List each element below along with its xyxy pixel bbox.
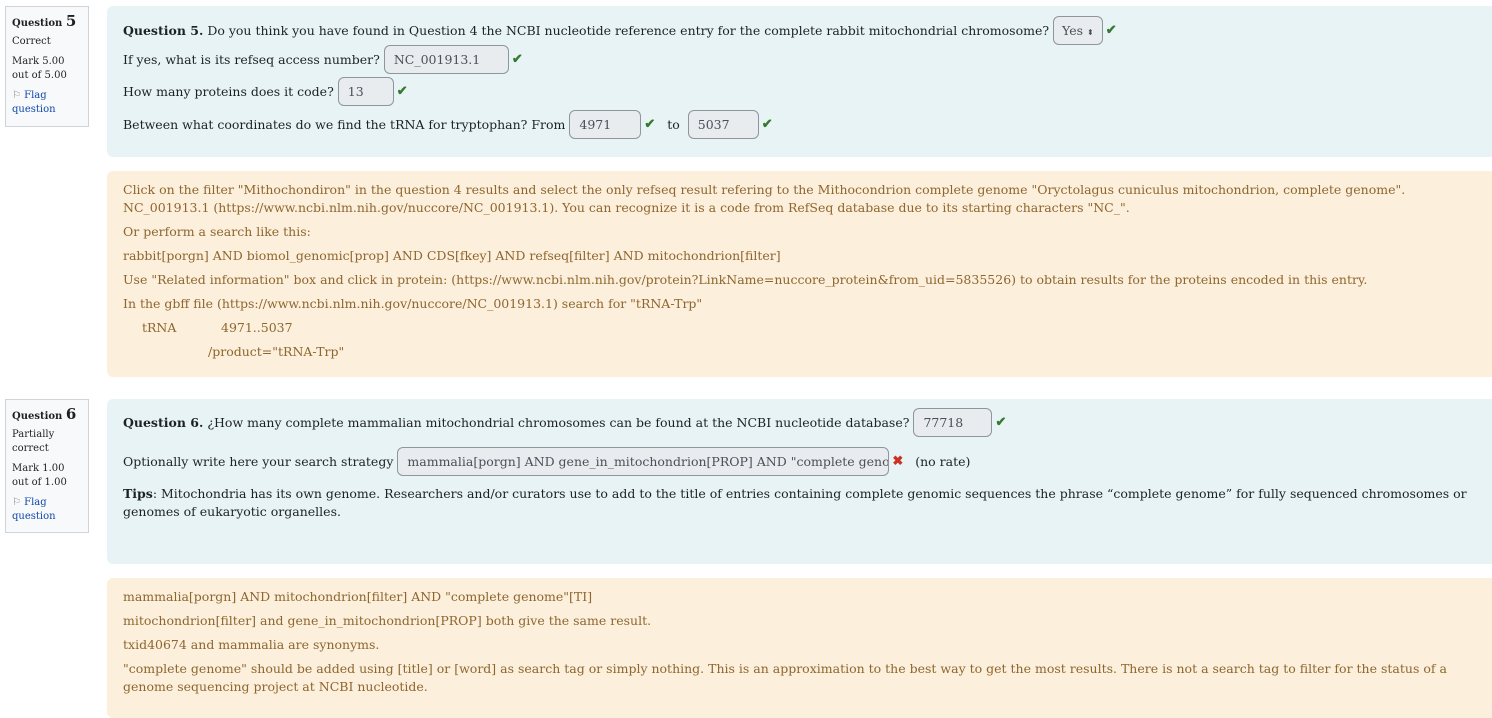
to-input[interactable]: 5037 bbox=[687, 110, 759, 139]
proteins-input[interactable]: 13 bbox=[337, 77, 394, 106]
incorrect-x-icon: ✖ bbox=[892, 454, 904, 469]
question-status: Correct bbox=[12, 36, 51, 47]
question-5-info: Question 5 Correct Mark 5.00 out of 5.00… bbox=[5, 6, 89, 127]
refseq-input[interactable]: NC_001913.1 bbox=[383, 45, 509, 74]
correct-check-icon: ✔ bbox=[511, 52, 523, 67]
question-status: Partially correct bbox=[12, 429, 55, 454]
flag-icon: ⚐ bbox=[12, 497, 21, 508]
question-6-feedback: mammalia[porgn] AND mitochondrion[filter… bbox=[107, 578, 1492, 718]
tips: Tips: Mitochondria has its own genome. R… bbox=[123, 486, 1467, 519]
correct-check-icon: ✔ bbox=[761, 117, 773, 132]
question-5-content: Question 5. Do you think you have found … bbox=[107, 6, 1492, 157]
question-6-info: Question 6 Partially correct Mark 1.00 o… bbox=[5, 399, 89, 533]
question-5-feedback: Click on the filter "Mithochondiron" in … bbox=[107, 171, 1492, 377]
select-arrows-icon: ⬍ bbox=[1087, 28, 1094, 37]
question-6-content: Question 6. ¿How many complete mammalian… bbox=[107, 399, 1492, 564]
correct-check-icon: ✔ bbox=[1105, 23, 1117, 38]
answer-input[interactable]: 77718 bbox=[913, 408, 993, 437]
correct-check-icon: ✔ bbox=[396, 84, 408, 99]
yes-no-select[interactable]: Yes ⬍ bbox=[1053, 16, 1103, 45]
question-mark: Mark 1.00 out of 1.00 bbox=[12, 463, 67, 488]
search-strategy-input[interactable]: mammalia[porgn] AND gene_in_mitochondrio… bbox=[397, 447, 890, 476]
from-input[interactable]: 4971 bbox=[569, 110, 642, 139]
correct-check-icon: ✔ bbox=[644, 117, 656, 132]
correct-check-icon: ✔ bbox=[995, 415, 1007, 430]
flag-question-link[interactable]: ⚐ Flag question bbox=[12, 496, 82, 524]
question-mark: Mark 5.00 out of 5.00 bbox=[12, 56, 67, 81]
flag-icon: ⚐ bbox=[12, 90, 21, 101]
flag-question-link[interactable]: ⚐ Flag question bbox=[12, 89, 82, 117]
